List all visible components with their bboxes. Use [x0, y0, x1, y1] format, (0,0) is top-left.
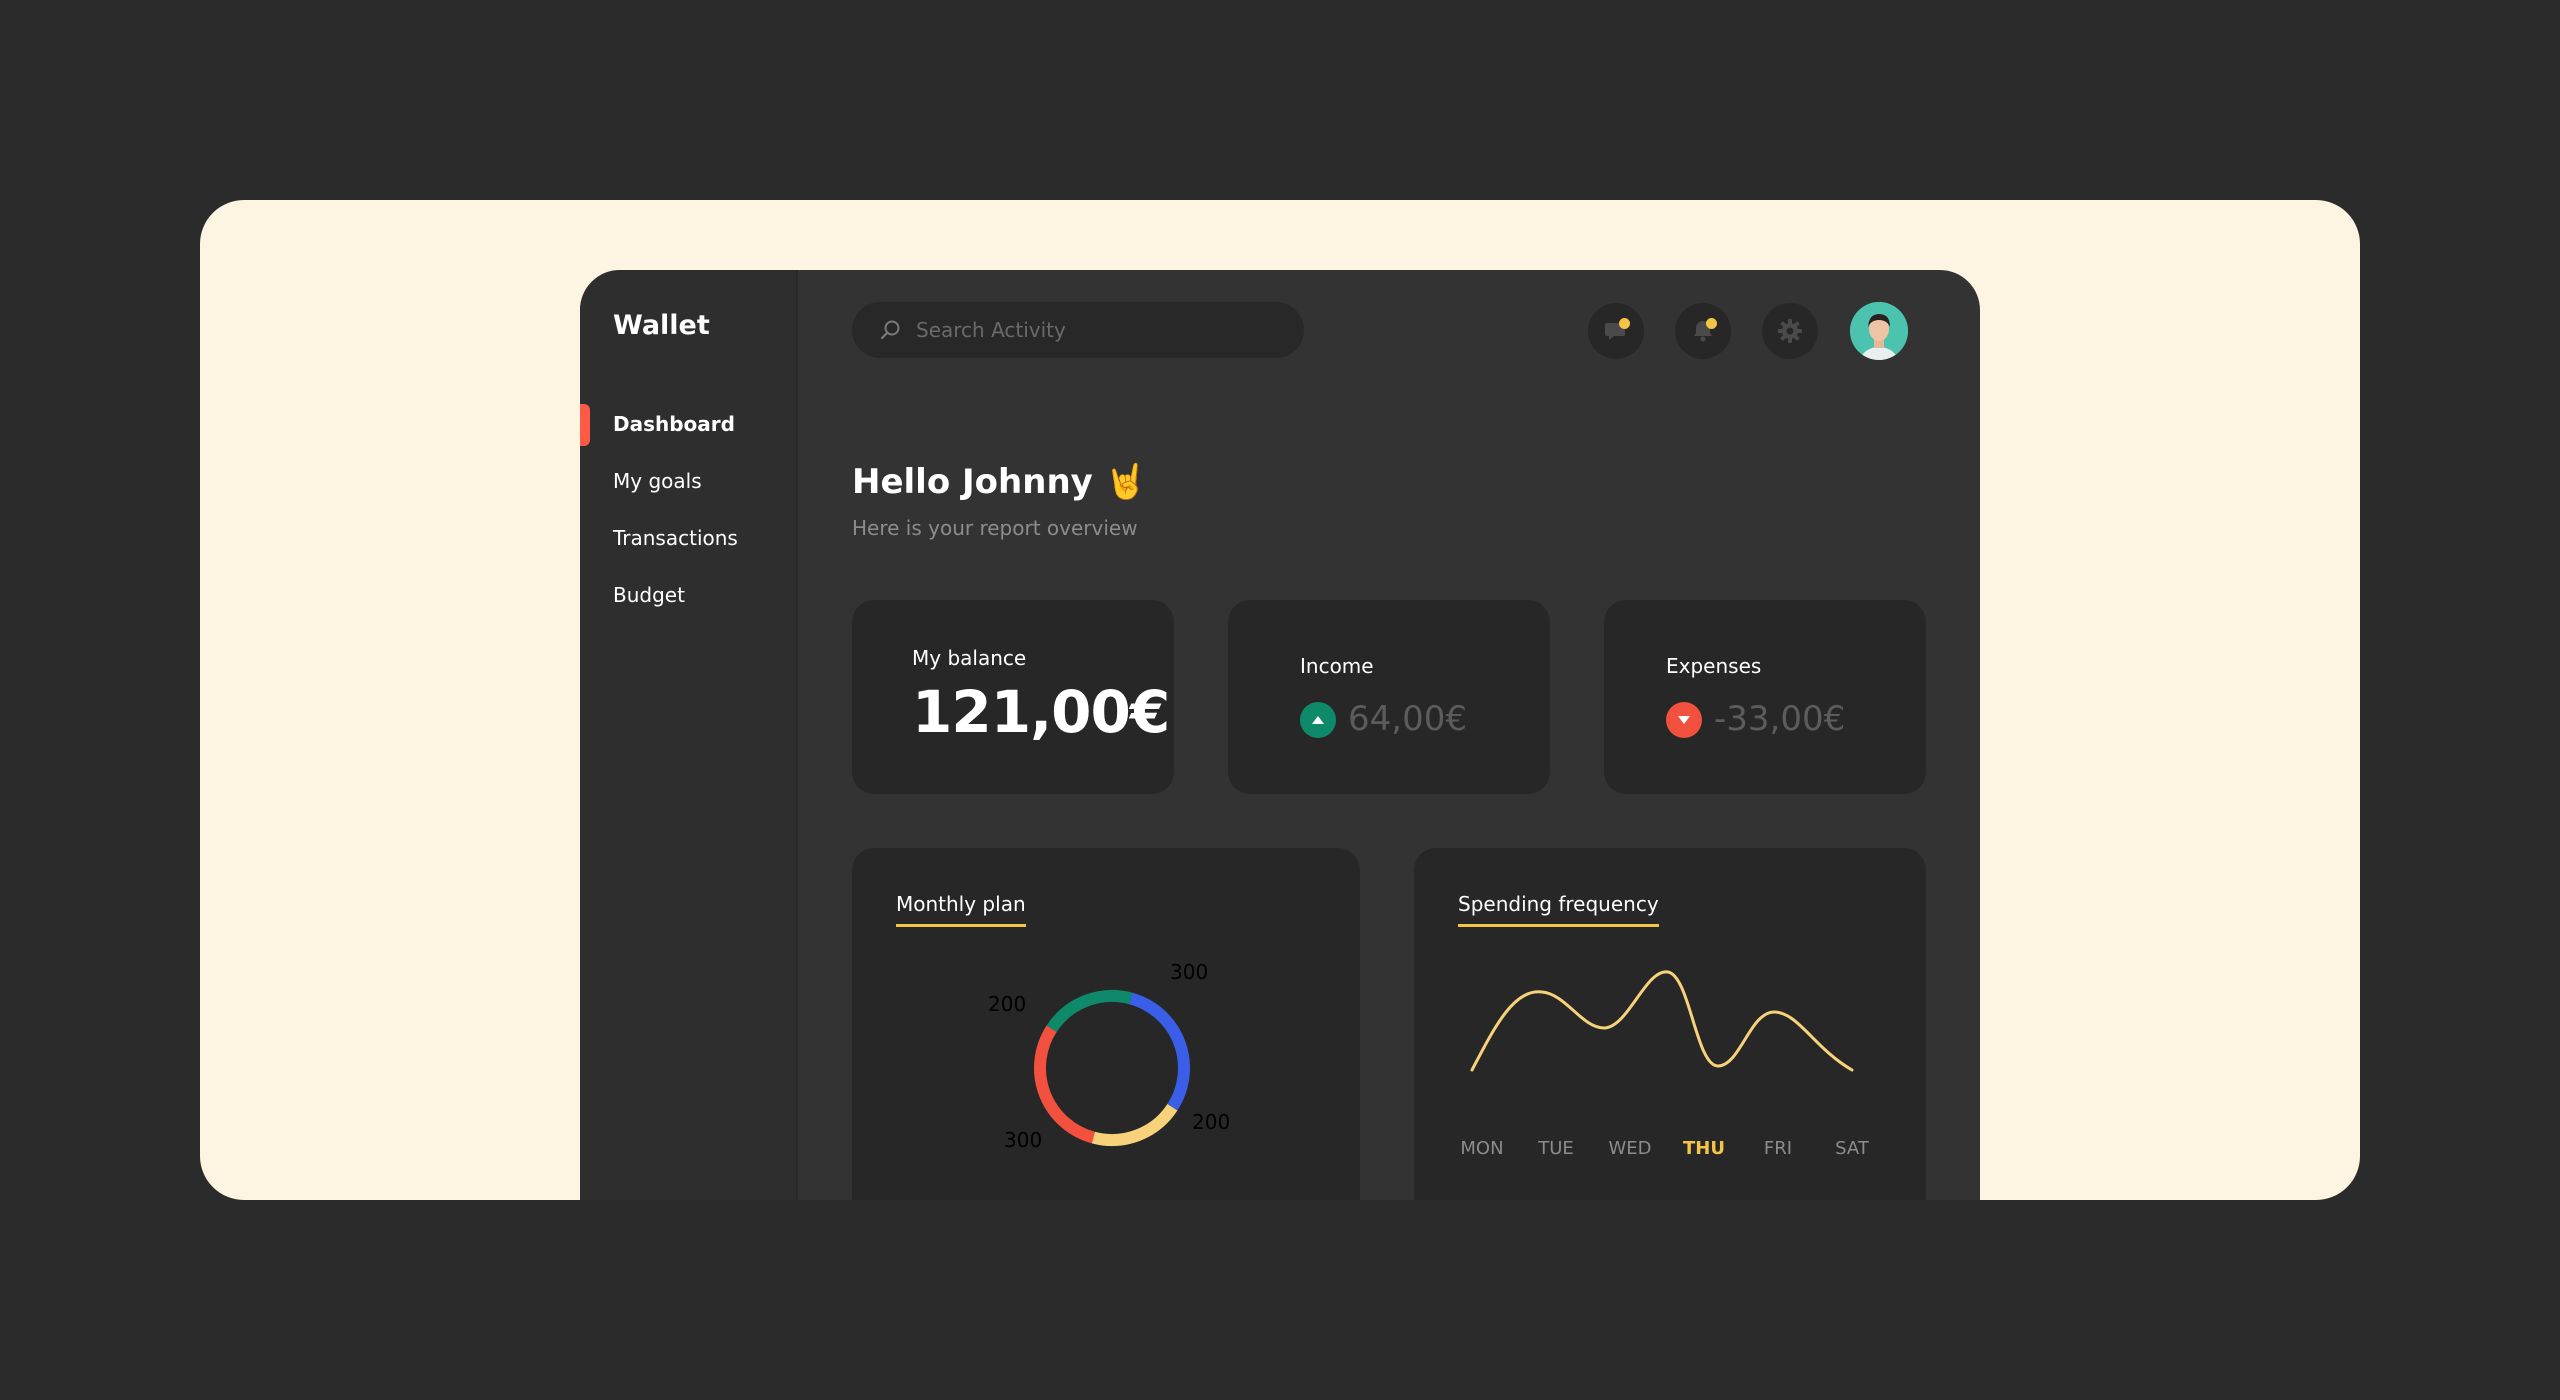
sidebar-item-label: My goals — [613, 468, 702, 493]
day-label: FRI — [1763, 1138, 1793, 1159]
spending-frequency-line — [1470, 970, 1854, 1072]
spending-frequency-panel: Spending frequency MON TUE WED THU FRI S… — [1414, 848, 1926, 1200]
sidebar-item-dashboard[interactable]: Dashboard — [580, 395, 796, 452]
monthly-plan-title: Monthly plan — [896, 892, 1026, 927]
day-label: WED — [1608, 1138, 1652, 1159]
app-brand: Wallet — [613, 310, 710, 341]
sidebar-item-my-goals[interactable]: My goals — [580, 452, 796, 509]
gear-icon — [1778, 319, 1802, 343]
messages-button[interactable] — [1588, 303, 1644, 359]
active-indicator — [580, 404, 590, 446]
spending-frequency-line-chart — [1470, 970, 1854, 1072]
donut-segment — [1128, 992, 1190, 1111]
notifications-button[interactable] — [1675, 303, 1731, 359]
balance-value: 121,00€ — [912, 678, 1170, 746]
donut-segment — [1034, 1025, 1096, 1144]
search-input[interactable] — [916, 318, 1276, 342]
sidebar-item-transactions[interactable]: Transactions — [580, 509, 796, 566]
balance-card: My balance 121,00€ — [852, 600, 1174, 794]
sidebar-item-label: Dashboard — [613, 411, 735, 436]
income-value: 64,00€ — [1348, 699, 1467, 739]
search-bar[interactable] — [852, 302, 1304, 358]
notification-dot — [1619, 318, 1630, 329]
day-label: MON — [1460, 1138, 1504, 1159]
sidebar: Wallet Dashboard My goals Transactions B… — [580, 270, 798, 1200]
arrow-down-icon — [1666, 702, 1702, 738]
arrow-up-icon — [1300, 702, 1336, 738]
day-label: TUE — [1538, 1138, 1574, 1159]
notification-dot — [1706, 318, 1717, 329]
settings-button[interactable] — [1762, 303, 1818, 359]
expenses-card: Expenses -33,00€ — [1604, 600, 1926, 794]
donut-label: 200 — [988, 992, 1027, 1016]
main-content: Hello Johnny 🤘 Here is your report overv… — [798, 270, 1980, 1200]
greeting-subtitle: Here is your report overview — [852, 516, 1138, 540]
sidebar-nav: Dashboard My goals Transactions Budget — [580, 395, 796, 623]
sidebar-item-label: Budget — [613, 582, 685, 607]
balance-label: My balance — [912, 646, 1027, 670]
monthly-plan-panel: Monthly plan 300 200 300 200 — [852, 848, 1360, 1200]
search-icon — [880, 320, 900, 340]
expenses-value: -33,00€ — [1714, 699, 1846, 739]
sidebar-item-label: Transactions — [613, 525, 738, 550]
donut-segment — [1091, 1103, 1178, 1146]
day-label: SAT — [1835, 1138, 1869, 1159]
sidebar-item-budget[interactable]: Budget — [580, 566, 796, 623]
day-label-active[interactable]: THU — [1664, 1138, 1744, 1159]
donut-label: 200 — [1192, 1110, 1231, 1134]
donut-segment — [1046, 990, 1133, 1033]
user-avatar-icon — [1850, 302, 1908, 360]
donut-label: 300 — [1004, 1128, 1043, 1152]
donut-label: 300 — [1170, 960, 1209, 984]
background-frame: Wallet Dashboard My goals Transactions B… — [200, 200, 2360, 1200]
avatar[interactable] — [1850, 302, 1908, 360]
income-card: Income 64,00€ — [1228, 600, 1550, 794]
expenses-label: Expenses — [1666, 654, 1762, 678]
greeting-title: Hello Johnny 🤘 — [852, 462, 1147, 502]
income-label: Income — [1300, 654, 1374, 678]
wallet-app-window: Wallet Dashboard My goals Transactions B… — [580, 270, 1980, 1200]
